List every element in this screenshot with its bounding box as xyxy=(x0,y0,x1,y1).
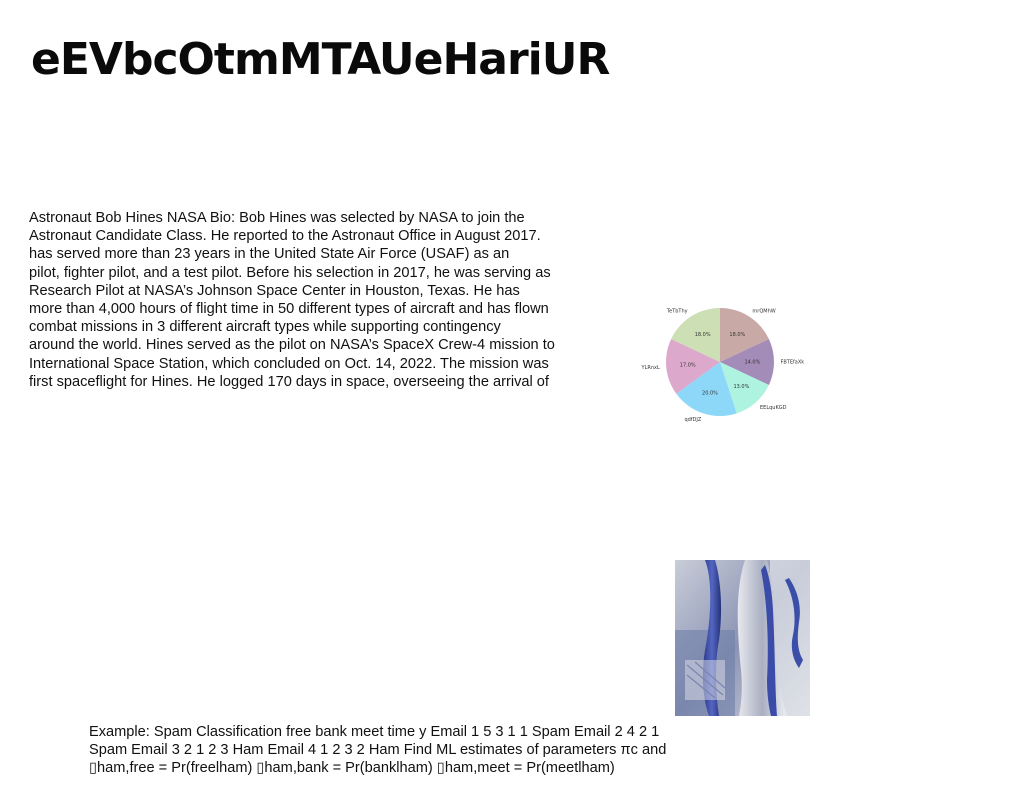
example-line: Example: Spam Classification free bank m… xyxy=(89,724,660,740)
bio-line: Astronaut Candidate Class. He reported t… xyxy=(29,228,541,245)
pie-category-label: TeTbThy xyxy=(666,308,688,314)
photo-image-graphic xyxy=(675,560,810,716)
example-line: Spam Email 3 2 1 2 3 Ham Email 4 1 2 3 2… xyxy=(89,742,667,758)
pie-category-label: EELquKGD xyxy=(760,405,787,411)
pie-category-label: YLRnxL xyxy=(641,365,660,371)
bio-line: combat missions in 3 different aircraft … xyxy=(29,319,501,336)
pie-category-label: qdfDJZ xyxy=(684,417,701,423)
example-text: Example: Spam Classification free bank m… xyxy=(89,723,789,777)
pie-pct-label: 17.0% xyxy=(680,363,696,369)
pie-pct-label: 18.0% xyxy=(695,332,711,338)
bio-line: Research Pilot at NASA’s Johnson Space C… xyxy=(29,282,520,299)
pie-chart-svg: 18.0% mrQMhW 14.0% FBTEfaXk 13.0% EELquKGD 20.… xyxy=(641,308,804,423)
example-line: ▯ham,free = Pr(freelham) ▯ham,bank = Pr(… xyxy=(89,760,615,776)
pie-pct-label: 20.0% xyxy=(702,390,718,396)
bio-line: first spaceflight for Hines. He logged 1… xyxy=(29,373,549,390)
photo-image xyxy=(675,560,810,716)
pie-category-label: FBTEfaXk xyxy=(780,360,804,366)
bio-paragraph: Astronaut Bob Hines NASA Bio: Bob Hines … xyxy=(29,209,619,391)
bio-line: has served more than 23 years in the Uni… xyxy=(29,246,510,263)
bio-line: more than 4,000 hours of flight time in … xyxy=(29,301,549,318)
page-title: eEVbcOtmMTAUeHariUR xyxy=(31,34,610,85)
pie-pct-label: 18.0% xyxy=(729,332,745,338)
pie-chart: 18.0% mrQMhW 14.0% FBTEfaXk 13.0% EELquKGD 20.… xyxy=(640,272,810,458)
bio-line: International Space Station, which concl… xyxy=(29,355,549,372)
bio-line: Astronaut Bob Hines NASA Bio: Bob Hines … xyxy=(29,210,525,226)
bio-line: pilot, fighter pilot, and a test pilot. … xyxy=(29,264,551,281)
pie-pct-label: 14.0% xyxy=(744,360,760,366)
bio-line: around the world. Hines served as the pi… xyxy=(29,337,555,354)
pie-pct-label: 13.0% xyxy=(733,384,749,390)
pie-category-label: mrQMhW xyxy=(752,308,775,314)
